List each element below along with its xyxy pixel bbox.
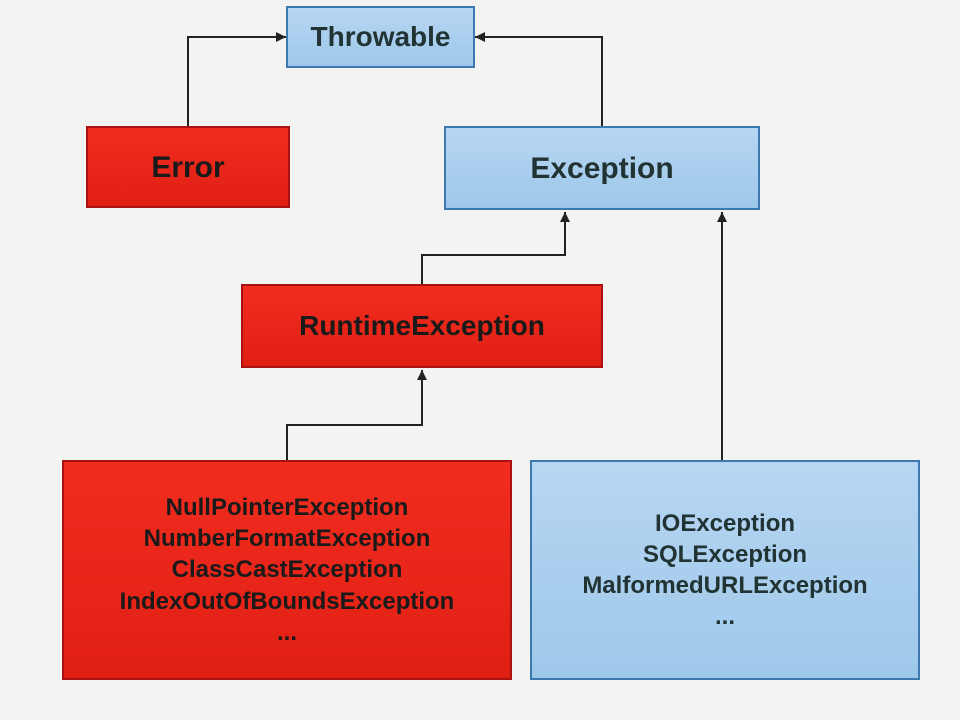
list-item: IOException — [655, 508, 795, 539]
list-item: SQLException — [643, 539, 807, 570]
node-error: Error — [86, 126, 290, 208]
list-item: NullPointerException — [166, 492, 409, 523]
list-item: NumberFormatException — [144, 523, 431, 554]
node-runtime-exception: RuntimeException — [241, 284, 603, 368]
list-item: ClassCastException — [172, 554, 403, 585]
node-label: Error — [151, 148, 224, 187]
list-item: IndexOutOfBoundsException — [120, 586, 455, 617]
node-throwable: Throwable — [286, 6, 475, 68]
diagram-stage: Throwable Error Exception RuntimeExcepti… — [0, 0, 960, 720]
node-checked-list: IOException SQLException MalformedURLExc… — [530, 460, 920, 680]
list-item: MalformedURLException — [582, 570, 867, 601]
node-unchecked-list: NullPointerException NumberFormatExcepti… — [62, 460, 512, 680]
node-exception: Exception — [444, 126, 760, 210]
list-item: ... — [715, 601, 735, 632]
node-label: RuntimeException — [299, 308, 545, 344]
node-label: Throwable — [310, 19, 450, 55]
node-label: Exception — [530, 149, 673, 188]
list-item: ... — [277, 617, 297, 648]
